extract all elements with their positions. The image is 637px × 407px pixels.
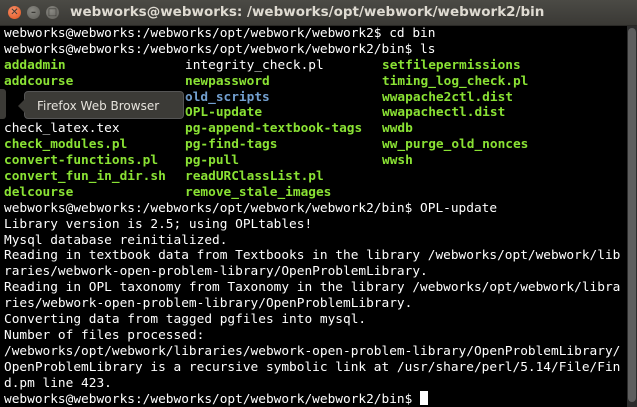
ls-file-entry bbox=[382, 169, 622, 185]
terminal-line: Mysql database reinitialized. bbox=[4, 232, 228, 248]
terminal-line: Reading in OPL taxonomy from Taxonomy in… bbox=[4, 280, 621, 296]
ls-file-entry: wwsh bbox=[382, 153, 413, 169]
text-cursor bbox=[420, 391, 429, 406]
ls-file-entry: wwapache2ctl.dist bbox=[382, 89, 513, 105]
minimize-button[interactable]: – bbox=[27, 6, 40, 19]
launcher-tooltip: Firefox Web Browser bbox=[18, 91, 184, 119]
terminal-line: OpenProblemLibrary is a recursive symbol… bbox=[4, 359, 621, 375]
ls-directory-entry: old_scripts bbox=[185, 89, 270, 105]
ls-file-entry: addcourse bbox=[4, 73, 74, 89]
ls-file-entry: delcourse bbox=[4, 184, 74, 200]
tooltip-arrow bbox=[18, 99, 25, 113]
ls-file-entry: pg-pull bbox=[185, 153, 239, 169]
ls-file-entry bbox=[382, 185, 622, 201]
ls-file-entry: convert_fun_in_dir.sh bbox=[4, 169, 166, 185]
terminal-line: webworks@webworks:/webworks/opt/webwork/… bbox=[4, 200, 498, 216]
terminal-line: webworks@webworks:/webworks/opt/webwork/… bbox=[4, 41, 436, 57]
final-prompt-line: webworks@webworks:/webworks/opt/webwork/… bbox=[4, 391, 626, 407]
ls-file-entry: check_modules.pl bbox=[4, 137, 128, 153]
ls-file-entry: remove_stale_images bbox=[185, 184, 332, 200]
title-bar[interactable]: ✕ – □ webworks@webworks: /webworks/opt/w… bbox=[0, 0, 637, 26]
ls-file-entry: setfilepermissions bbox=[382, 57, 521, 73]
ls-file-entry: convert-functions.pl bbox=[4, 153, 159, 169]
final-prompt: webworks@webworks:/webworks/opt/webwork/… bbox=[4, 392, 421, 407]
maximize-icon: □ bbox=[47, 7, 58, 18]
close-button[interactable]: ✕ bbox=[8, 6, 21, 19]
terminal-line: d.pm line 423. bbox=[4, 375, 112, 391]
terminal-line: /webworks/opt/webwork/libraries/webwork-… bbox=[4, 343, 621, 359]
ls-file-entry: wwdb bbox=[382, 121, 413, 137]
ls-listing: addadmin integrity_check.pl setfilepermiss… bbox=[4, 58, 626, 201]
tooltip-label: Firefox Web Browser bbox=[37, 99, 160, 113]
ls-file-entry: pg-append-textbook-tags bbox=[185, 121, 363, 137]
ls-file-entry: ww_purge_old_nonces bbox=[382, 137, 529, 153]
terminal-line: Number of files processed: bbox=[4, 327, 205, 343]
terminal-lines-after: webworks@webworks:/webworks/opt/webwork/… bbox=[4, 201, 626, 392]
terminal-lines-before: webworks@webworks:/webworks/opt/webwork/… bbox=[4, 26, 626, 58]
maximize-button[interactable]: □ bbox=[46, 6, 59, 19]
close-icon: ✕ bbox=[10, 7, 19, 18]
ls-file-entry: integrity_check.pl bbox=[185, 57, 324, 73]
terminal-line: ries/webwork-open-problem-library/OpenPr… bbox=[4, 296, 413, 312]
ls-file-entry: addadmin bbox=[4, 57, 66, 73]
ls-file-entry: newpassword bbox=[185, 73, 270, 89]
terminal-output[interactable]: webworks@webworks:/webworks/opt/webwork/… bbox=[0, 26, 626, 407]
ls-file-entry: wwapachectl.dist bbox=[382, 105, 506, 121]
ls-file-entry: pg-find-tags bbox=[185, 137, 278, 153]
ls-file-entry: OPL-update bbox=[185, 105, 263, 121]
scrollbar-thumb[interactable] bbox=[628, 28, 636, 402]
launcher-item-firefox[interactable] bbox=[0, 89, 6, 119]
terminal-line: raries/webwork-open-problem-library/Open… bbox=[4, 264, 428, 280]
terminal-line: Reading in textbook data from Textbooks … bbox=[4, 248, 621, 264]
ls-file-entry: readURClassList.pl bbox=[185, 169, 324, 185]
terminal-line: Library version is 2.5; using OPLtables! bbox=[4, 216, 313, 232]
terminal-window: ✕ – □ webworks@webworks: /webworks/opt/w… bbox=[0, 0, 637, 407]
ls-file-entry: timing_log_check.pl bbox=[382, 73, 529, 89]
ls-file-entry: check_latex.tex bbox=[4, 121, 120, 137]
minimize-icon: – bbox=[31, 7, 36, 18]
terminal-line: Converting data from tagged pgfiles into… bbox=[4, 312, 367, 328]
window-title: webworks@webworks: /webworks/opt/webwork… bbox=[70, 4, 545, 20]
terminal-line: webworks@webworks:/webworks/opt/webwork/… bbox=[4, 26, 436, 41]
